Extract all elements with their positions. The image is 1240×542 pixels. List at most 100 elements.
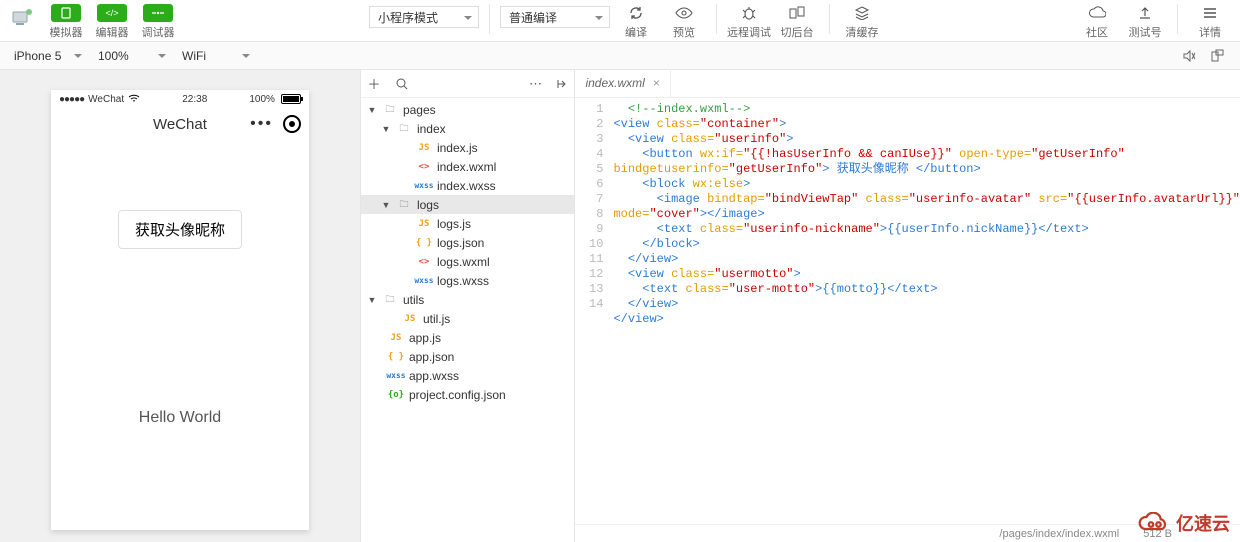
- cloud-icon: [1088, 6, 1106, 20]
- tree-label: util.js: [423, 312, 450, 326]
- detail-label: 详情: [1199, 24, 1221, 40]
- collapse-icon[interactable]: [554, 77, 568, 91]
- file-app-js[interactable]: JSapp.js: [361, 328, 575, 347]
- tree-label: logs.wxss: [437, 274, 489, 288]
- tree-label: logs: [417, 198, 439, 212]
- get-avatar-button[interactable]: 获取头像昵称: [118, 210, 242, 249]
- divider: [1177, 4, 1178, 34]
- folder-pages[interactable]: ▼🗀pages: [361, 100, 575, 119]
- close-tab-icon[interactable]: ×: [653, 76, 660, 90]
- remote-debug-button[interactable]: 远程调试: [727, 4, 771, 40]
- debugger-button[interactable]: 调试器: [138, 4, 178, 40]
- folder-utils[interactable]: ▼🗀utils: [361, 290, 575, 309]
- editor-label: 编辑器: [96, 24, 129, 40]
- compile-label: 编译: [625, 24, 647, 40]
- community-button[interactable]: 社区: [1075, 4, 1119, 40]
- status-path: /pages/index/index.wxml: [999, 528, 1119, 540]
- file-logs-wxss[interactable]: wxsslogs.wxss: [361, 271, 575, 290]
- network-select[interactable]: WiFi: [174, 45, 254, 67]
- mode-select-label: 小程序模式: [378, 9, 438, 26]
- tree-label: index.wxss: [437, 179, 496, 193]
- app-logo-icon: [8, 4, 36, 32]
- battery-icon: [281, 94, 301, 104]
- clear-cache-button[interactable]: 清缓存: [840, 4, 884, 40]
- layers-icon: [854, 6, 870, 20]
- phone-statusbar: ●●●●● WeChat 22:38 100%: [51, 90, 309, 108]
- simulator-label: 模拟器: [50, 24, 83, 40]
- file-logs-json[interactable]: { }logs.json: [361, 233, 575, 252]
- view-toggle-group: 模拟器 </> 编辑器 调试器: [46, 4, 178, 40]
- app-title: WeChat: [153, 116, 207, 133]
- switch-icon: [789, 6, 805, 20]
- refresh-icon: [628, 5, 644, 21]
- clear-cache-label: 清缓存: [846, 24, 879, 40]
- compile-select[interactable]: 普通编译: [500, 6, 610, 28]
- tab-label: index.wxml: [585, 76, 644, 90]
- editor-panel: index.wxml × 1234567891011121314 <!--ind…: [575, 70, 1240, 542]
- main-area: ●●●●● WeChat 22:38 100% WeChat ••• 获取头像昵称…: [0, 70, 1240, 542]
- file-index-wxss[interactable]: wxssindex.wxss: [361, 176, 575, 195]
- preview-label: 预览: [673, 24, 695, 40]
- zoom-select-label: 100%: [98, 49, 129, 63]
- tree-label: logs.js: [437, 217, 471, 231]
- code-area[interactable]: 1234567891011121314 <!--index.wxml--> <v…: [575, 98, 1240, 542]
- wifi-icon: [128, 94, 140, 104]
- battery-pct: 100%: [249, 94, 275, 105]
- tree-label: index.js: [437, 141, 478, 155]
- tree-label: app.wxss: [409, 369, 459, 383]
- debugger-label: 调试器: [142, 24, 175, 40]
- remote-debug-label: 远程调试: [727, 24, 771, 40]
- preview-button[interactable]: 预览: [662, 4, 706, 40]
- time-label: 22:38: [182, 94, 207, 105]
- brand-cloud-icon: [1136, 512, 1172, 534]
- folder-logs[interactable]: ▼🗀logs: [361, 195, 575, 214]
- compile-select-label: 普通编译: [509, 9, 557, 26]
- file-logs-js[interactable]: JSlogs.js: [361, 214, 575, 233]
- device-select[interactable]: iPhone 5: [6, 45, 86, 67]
- file-app-wxss[interactable]: wxssapp.wxss: [361, 366, 575, 385]
- tree-label: app.json: [409, 350, 454, 364]
- rotate-icon[interactable]: [1208, 47, 1226, 65]
- compile-button[interactable]: 编译: [614, 4, 658, 40]
- phone-body: 获取头像昵称 Hello World: [51, 140, 309, 427]
- tree-label: app.js: [409, 331, 441, 345]
- code-source[interactable]: <!--index.wxml--> <view class="container…: [609, 98, 1240, 542]
- network-select-label: WiFi: [182, 49, 206, 63]
- more-icon[interactable]: •••: [250, 115, 273, 133]
- hello-text: Hello World: [139, 409, 221, 427]
- folder-index[interactable]: ▼🗀index: [361, 119, 575, 138]
- file-index-wxml[interactable]: <>index.wxml: [361, 157, 575, 176]
- divider: [829, 4, 830, 34]
- brand-watermark: 亿速云: [1136, 510, 1230, 536]
- tree-label: utils: [403, 293, 424, 307]
- search-icon[interactable]: [395, 77, 409, 91]
- tree-label: index.wxml: [437, 160, 496, 174]
- eye-icon: [675, 7, 693, 19]
- signal-icon: ●●●●●: [59, 94, 84, 105]
- menu-icon: [1203, 7, 1217, 19]
- mode-select[interactable]: 小程序模式: [369, 6, 479, 28]
- file-app-json[interactable]: { }app.json: [361, 347, 575, 366]
- editor-button[interactable]: </> 编辑器: [92, 4, 132, 40]
- tab-index-wxml[interactable]: index.wxml ×: [575, 69, 670, 97]
- more-icon[interactable]: ⋯: [528, 77, 542, 91]
- new-file-icon[interactable]: ＋: [367, 77, 381, 91]
- device-bar: iPhone 5 100% WiFi: [0, 42, 1240, 70]
- file-logs-wxml[interactable]: <>logs.wxml: [361, 252, 575, 271]
- tree-label: pages: [403, 103, 436, 117]
- detail-button[interactable]: 详情: [1188, 4, 1232, 40]
- carrier-label: WeChat: [88, 94, 124, 105]
- tree-label: logs.wxml: [437, 255, 490, 269]
- file-util-js[interactable]: JSutil.js: [361, 309, 575, 328]
- test-account-button[interactable]: 测试号: [1123, 4, 1167, 40]
- mute-icon[interactable]: [1180, 47, 1198, 65]
- background-button[interactable]: 切后台: [775, 4, 819, 40]
- community-label: 社区: [1086, 24, 1108, 40]
- test-account-label: 测试号: [1129, 24, 1162, 40]
- file-index-js[interactable]: JSindex.js: [361, 138, 575, 157]
- close-capsule-icon[interactable]: [283, 115, 301, 133]
- zoom-select[interactable]: 100%: [90, 45, 170, 67]
- file-project-config[interactable]: {o}project.config.json: [361, 385, 575, 404]
- file-tree[interactable]: ▼🗀pages ▼🗀index JSindex.js <>index.wxml …: [361, 98, 575, 542]
- simulator-button[interactable]: 模拟器: [46, 4, 86, 40]
